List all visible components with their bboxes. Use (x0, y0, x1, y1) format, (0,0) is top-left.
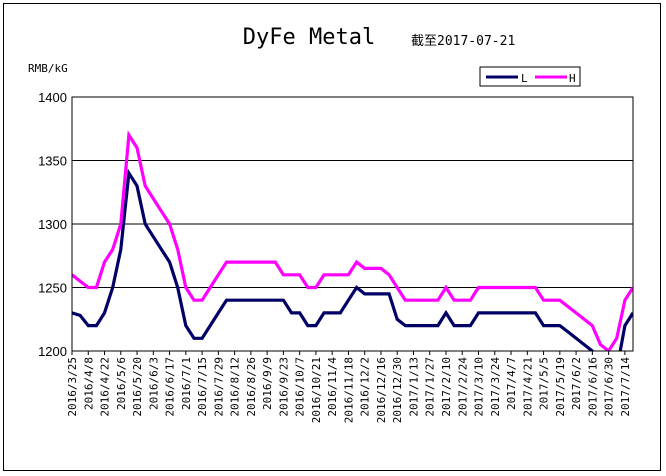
x-tick-label-27: 2017/4/7 (505, 357, 518, 410)
x-tick-label-6: 2016/6/17 (164, 357, 177, 417)
x-tick-labels: 2016/3/25 2016/4/8 2016/4/22 2016/5/6 2016/5… (66, 351, 632, 423)
y-tick-1350: 1350 (38, 154, 67, 169)
x-tick-label-11: 2016/8/26 (245, 357, 258, 417)
legend-label-h: H (569, 72, 576, 85)
x-tick-label-15: 2016/10/21 (310, 357, 323, 423)
x-tick-label-1: 2016/4/8 (82, 357, 95, 410)
x-tick-label-18: 2016/12/2 (359, 357, 372, 417)
x-tick-label-28: 2017/4/21 (521, 357, 534, 417)
x-tick-label-25: 2017/3/10 (473, 357, 486, 417)
x-tick-label-5: 2016/6/3 (147, 357, 160, 410)
x-tick-label-4: 2016/5/20 (131, 357, 144, 417)
chart-subtitle: 截至2017-07-21 (411, 34, 515, 49)
y-tick-1250: 1250 (38, 281, 67, 296)
x-tick-label-33: 2017/6/30 (603, 357, 616, 417)
x-tick-label-0: 2016/3/25 (66, 357, 79, 417)
x-tick-label-29: 2017/5/5 (538, 357, 551, 410)
legend-label-l: L (521, 72, 528, 85)
x-tick-label-9: 2016/7/29 (212, 357, 225, 417)
x-tick-label-14: 2016/10/7 (294, 357, 307, 417)
x-tick-label-21: 2017/1/13 (407, 357, 420, 417)
x-tick-label-13: 2016/9/23 (277, 357, 290, 417)
x-tick-label-16: 2016/11/4 (326, 357, 339, 417)
x-tick-label-12: 2016/9/9 (261, 357, 274, 410)
x-tick-label-32: 2017/6/16 (586, 357, 599, 417)
x-tick-label-3: 2016/5/6 (115, 357, 128, 410)
x-tick-label-10: 2016/8/12 (229, 357, 242, 417)
x-tick-label-2: 2016/4/22 (99, 357, 112, 417)
x-tick-label-20: 2016/12/30 (391, 357, 404, 423)
chart-frame: DyFe Metal 截至2017-07-21 RMB/kG 1200 1250 1… (3, 3, 661, 471)
y-tick-1300: 1300 (38, 217, 67, 232)
x-tick-label-17: 2016/11/18 (342, 357, 355, 423)
y-tick-labels: 1200 1250 1300 1350 1400 (38, 90, 67, 359)
x-tick-label-23: 2017/2/10 (440, 357, 453, 417)
x-tick-label-26: 2017/3/24 (489, 357, 502, 417)
x-tick-label-22: 2017/1/27 (424, 357, 437, 417)
dyfe-price-chart: DyFe Metal 截至2017-07-21 RMB/kG 120012501… (28, 25, 634, 423)
x-tick-label-31: 2017/6/2 (570, 357, 583, 410)
x-tick-label-19: 2016/12/16 (375, 357, 388, 423)
chart-title: DyFe Metal (243, 25, 375, 50)
y-tick-1200: 1200 (38, 344, 67, 359)
x-tick-label-8: 2016/7/15 (196, 357, 209, 417)
series-lines (72, 130, 633, 351)
legend: L H (479, 66, 581, 87)
x-tick-label-34: 2017/7/14 (619, 357, 632, 417)
y-tick-1400: 1400 (38, 90, 67, 105)
y-axis-label: RMB/kG (28, 62, 68, 75)
x-tick-label-24: 2017/2/24 (456, 357, 469, 417)
x-tick-label-7: 2016/7/1 (180, 357, 193, 410)
x-tick-label-30: 2017/5/19 (554, 357, 567, 417)
